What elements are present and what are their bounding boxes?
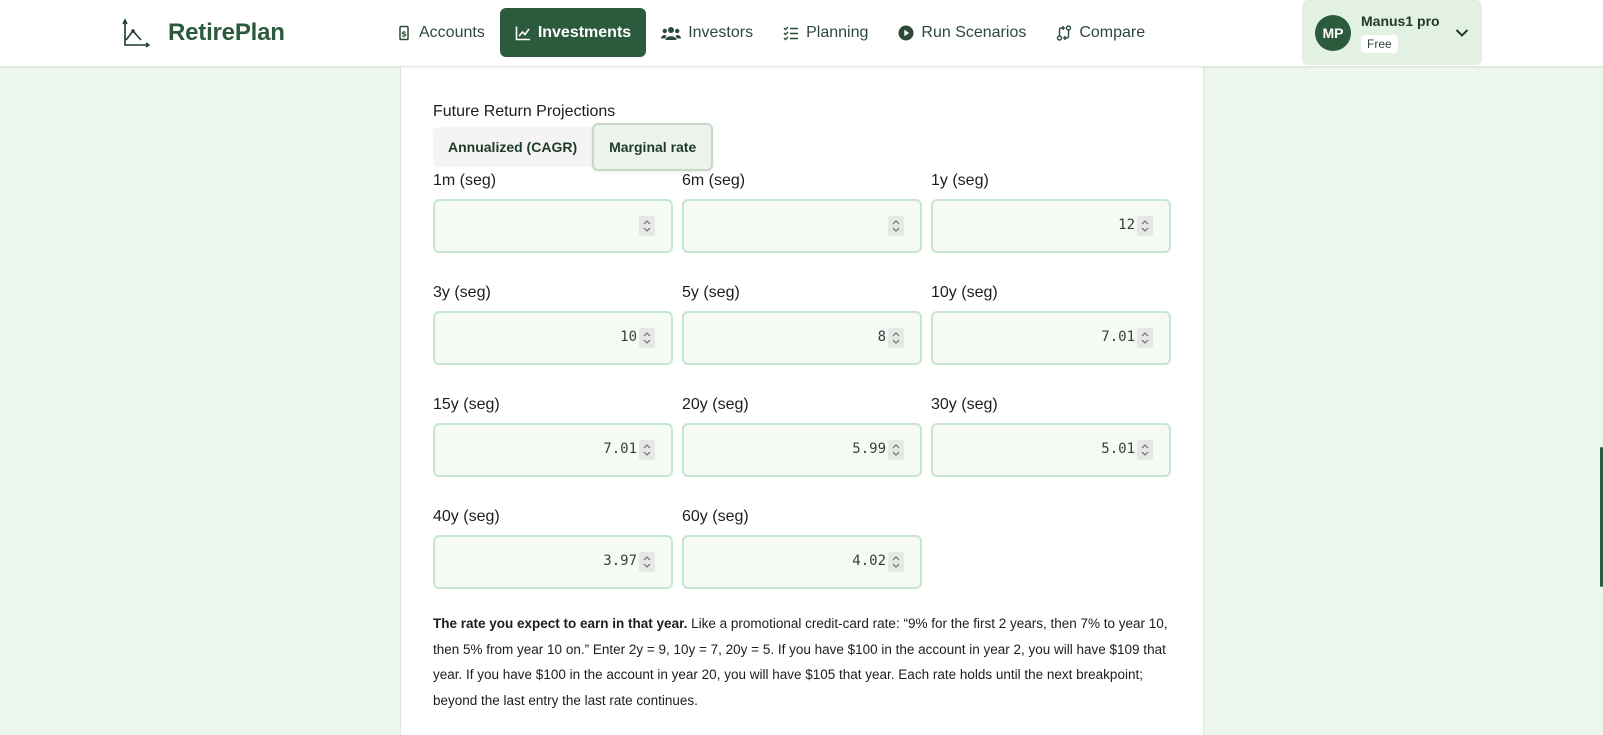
stepper-arrows-icon[interactable] xyxy=(1137,440,1153,460)
rate-number-input[interactable]: 7.01 xyxy=(931,311,1171,365)
stepper-arrows-icon[interactable] xyxy=(888,552,904,572)
rate-number-input[interactable] xyxy=(682,199,922,253)
return-field: 3y (seg) 10 xyxy=(433,283,673,365)
field-label: 5y (seg) xyxy=(682,284,740,301)
rate-number-input[interactable] xyxy=(433,199,673,253)
field-label: 6m (seg) xyxy=(682,172,746,189)
field-value: 10 xyxy=(620,329,637,345)
nav-item-accounts[interactable]: $ Accounts xyxy=(381,8,500,57)
stepper-arrows-icon[interactable] xyxy=(888,216,904,236)
users-icon xyxy=(661,26,682,40)
return-field: 1m (seg) xyxy=(433,171,673,253)
chevron-down-icon[interactable] xyxy=(1454,25,1470,41)
return-field: 10y (seg) 7.01 xyxy=(931,283,1171,365)
rate-number-input[interactable]: 7.01 xyxy=(433,423,673,477)
nav-item-planning[interactable]: Planning xyxy=(768,8,883,57)
return-field: 40y (seg) 3.97 xyxy=(433,507,673,589)
rate-number-input[interactable]: 10 xyxy=(433,311,673,365)
field-label: 10y (seg) xyxy=(931,284,998,301)
nav-item-compare[interactable]: Compare xyxy=(1041,8,1160,57)
return-field: 15y (seg) 7.01 xyxy=(433,395,673,477)
top-navigation-bar: RetirePlan $ Accounts Investments Invest… xyxy=(0,0,1603,67)
stepper-arrows-icon[interactable] xyxy=(639,440,655,460)
field-label: 1y (seg) xyxy=(931,172,989,189)
plan-badge: Free xyxy=(1361,34,1398,53)
checklist-icon xyxy=(783,26,799,40)
field-value: 7.01 xyxy=(1101,329,1135,345)
field-label: 40y (seg) xyxy=(433,508,500,525)
field-value: 4.02 xyxy=(852,553,886,569)
stepper-arrows-icon[interactable] xyxy=(1137,328,1153,348)
rate-number-input[interactable]: 5.99 xyxy=(682,423,922,477)
rate-number-input[interactable]: 5.01 xyxy=(931,423,1171,477)
field-value: 5.99 xyxy=(852,441,886,457)
avatar: MP xyxy=(1315,14,1351,51)
mode-annualized-button[interactable]: Annualized (CAGR) xyxy=(433,127,592,167)
return-field: 6m (seg) xyxy=(682,171,922,253)
nav-label: Accounts xyxy=(419,23,485,41)
nav-label: Planning xyxy=(806,23,869,41)
projection-mode-toggle: Annualized (CAGR) Marginal rate xyxy=(433,123,714,171)
nav-label: Compare xyxy=(1079,23,1146,41)
field-value: 12 xyxy=(1118,217,1135,233)
help-text: The rate you expect to earn in that year… xyxy=(433,611,1173,713)
rate-number-input[interactable]: 8 xyxy=(682,311,922,365)
return-field: 20y (seg) 5.99 xyxy=(682,395,922,477)
investment-settings-card: Future Return Projections Annualized (CA… xyxy=(400,50,1204,735)
nav-label: Investors xyxy=(688,23,754,41)
field-label: 60y (seg) xyxy=(682,508,749,525)
compare-arrows-icon xyxy=(1057,24,1072,41)
stepper-arrows-icon[interactable] xyxy=(1137,216,1153,236)
mode-marginal-button[interactable]: Marginal rate xyxy=(592,123,714,171)
field-label: 30y (seg) xyxy=(931,396,998,413)
return-field: 1y (seg) 12 xyxy=(931,171,1171,253)
svg-text:$: $ xyxy=(401,29,407,38)
nav-label: Investments xyxy=(537,23,632,41)
rate-number-input[interactable]: 12 xyxy=(931,199,1171,253)
stepper-arrows-icon[interactable] xyxy=(888,328,904,348)
stepper-arrows-icon[interactable] xyxy=(639,216,655,236)
field-label: 1m (seg) xyxy=(433,172,497,189)
nav-item-run-scenarios[interactable]: Run Scenarios xyxy=(883,8,1041,57)
rate-number-input[interactable]: 4.02 xyxy=(682,535,922,589)
stepper-arrows-icon[interactable] xyxy=(639,552,655,572)
field-label: 20y (seg) xyxy=(682,396,749,413)
user-name: Manus1 pro xyxy=(1361,12,1440,29)
app-name: RetirePlan xyxy=(168,19,285,46)
nav-label: Run Scenarios xyxy=(921,23,1027,41)
stepper-arrows-icon[interactable] xyxy=(888,440,904,460)
dollar-note-icon: $ xyxy=(399,25,409,40)
field-value: 5.01 xyxy=(1101,441,1135,457)
field-value: 3.97 xyxy=(603,553,637,569)
rate-number-input[interactable]: 3.97 xyxy=(433,535,673,589)
return-field: 60y (seg) 4.02 xyxy=(682,507,922,589)
field-label: 3y (seg) xyxy=(433,284,491,301)
field-value: 7.01 xyxy=(603,441,637,457)
return-field: 5y (seg) 8 xyxy=(682,283,922,365)
user-menu[interactable]: MP Manus1 pro Free xyxy=(1302,0,1482,65)
field-label: 15y (seg) xyxy=(433,396,500,413)
help-lead: The rate you expect to earn in that year… xyxy=(433,616,688,631)
nav-item-investments[interactable]: Investments xyxy=(499,8,647,57)
return-field: 30y (seg) 5.01 xyxy=(931,395,1171,477)
stepper-arrows-icon[interactable] xyxy=(639,328,655,348)
brand[interactable]: RetirePlan xyxy=(122,15,285,51)
field-value: 8 xyxy=(877,329,886,345)
growth-chart-logo-icon xyxy=(122,18,150,48)
nav-item-investors[interactable]: Investors xyxy=(646,8,768,57)
play-circle-icon xyxy=(898,25,914,40)
section-title: Future Return Projections xyxy=(433,103,616,120)
main-nav: $ Accounts Investments Investors Plannin… xyxy=(381,8,1160,57)
line-chart-icon xyxy=(515,26,530,40)
